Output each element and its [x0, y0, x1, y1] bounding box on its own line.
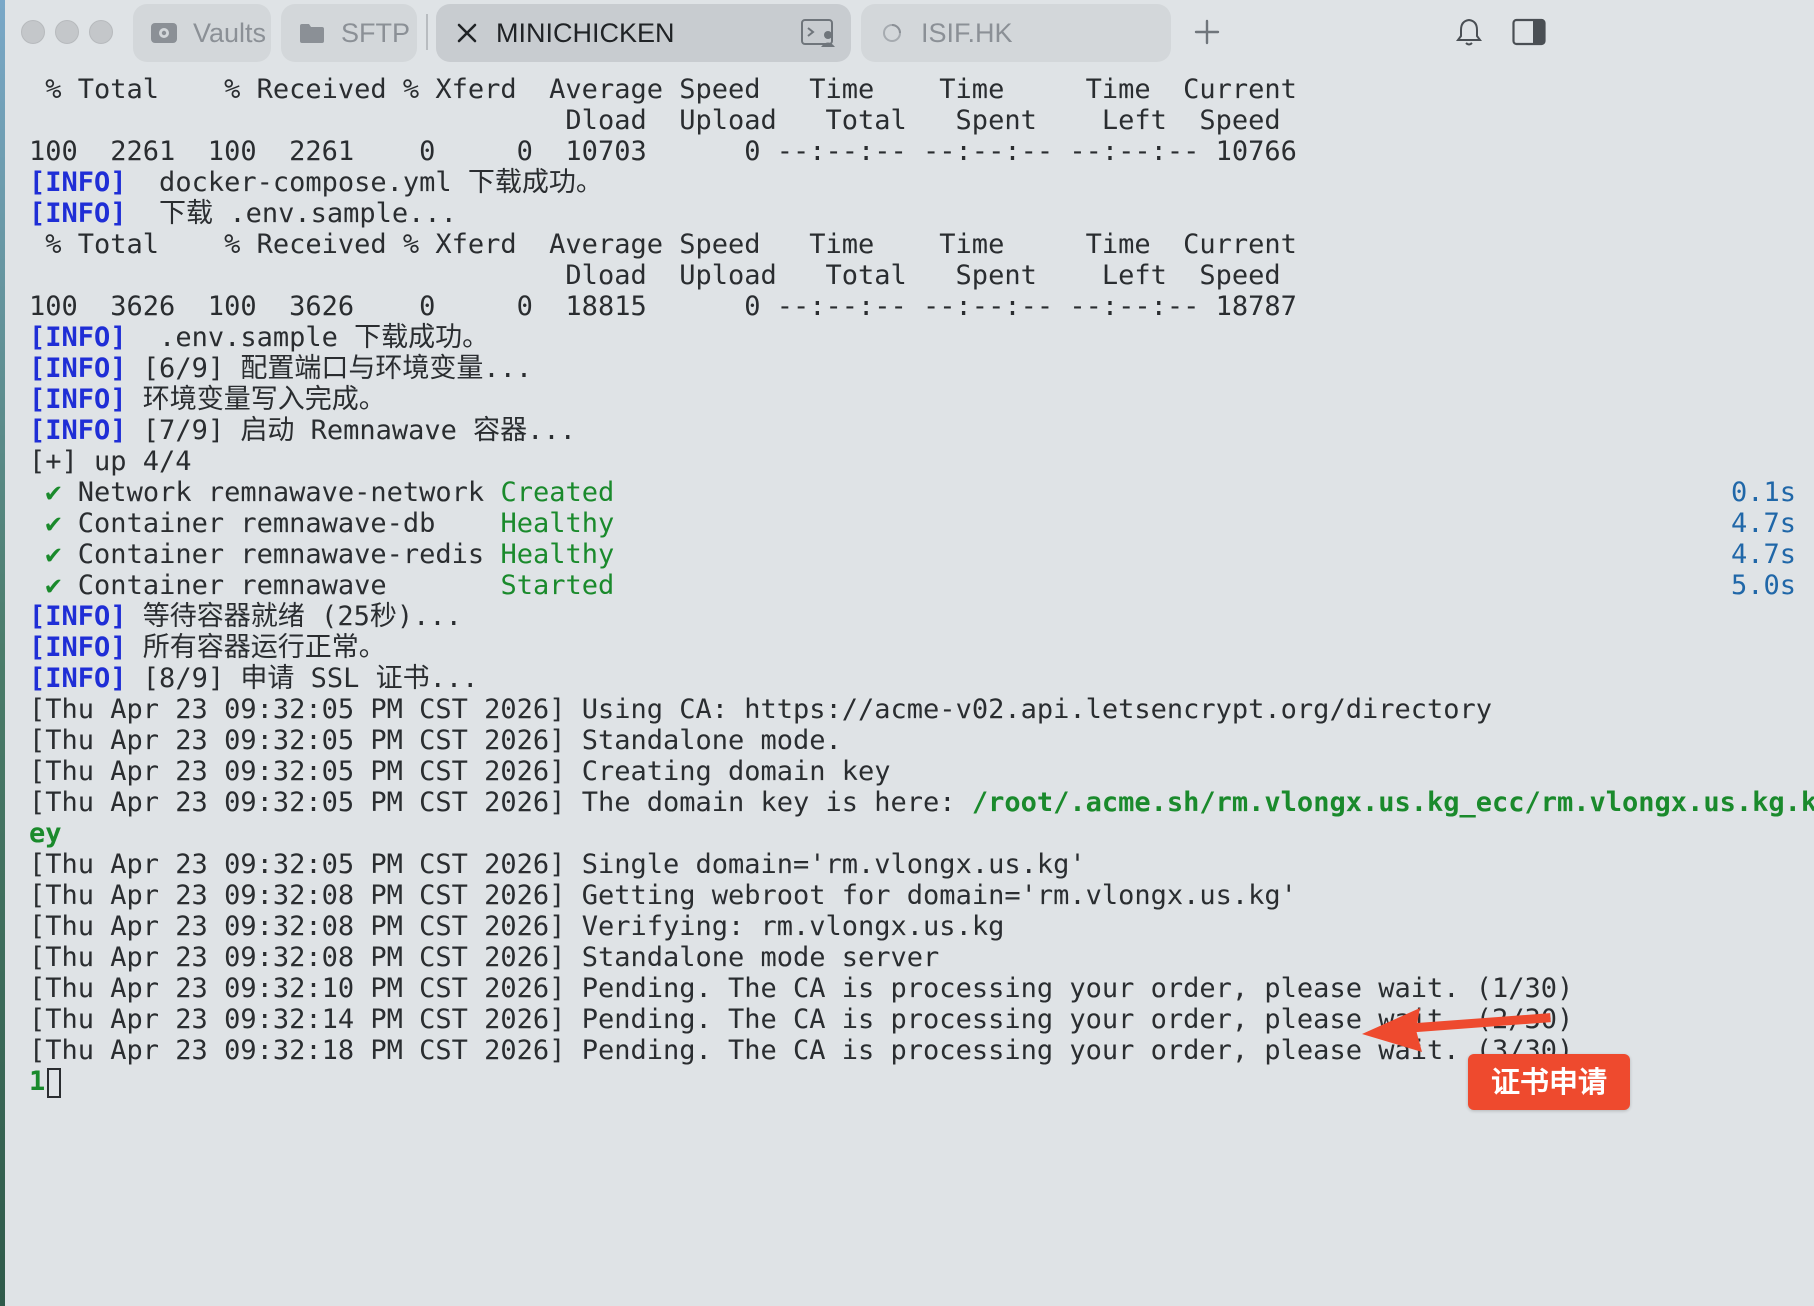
container-name: Container remnawave [77, 570, 485, 601]
log-timestamp: [Thu Apr 23 09:32:08 PM CST 2026] [29, 911, 566, 942]
info-tag: [INFO] [29, 601, 127, 632]
container-status: Healthy [500, 539, 615, 570]
container-name: Container remnawave-db [77, 508, 485, 539]
annotation-badge: 证书申请 [1468, 1054, 1630, 1110]
spinner-icon [877, 18, 907, 48]
log-message: Standalone mode. [565, 725, 842, 756]
tab-sftp[interactable]: SFTP [281, 4, 417, 62]
new-tab-button[interactable] [1189, 14, 1225, 50]
window-close-button[interactable] [21, 20, 45, 44]
text-cursor [47, 1067, 62, 1098]
container-status: Started [500, 570, 615, 601]
log-message: Standalone mode server [565, 942, 940, 973]
info-tag: [INFO] [29, 415, 127, 446]
info-tag: [INFO] [29, 384, 127, 415]
log-message: Using CA: https://acme-v02.api.letsencry… [565, 694, 1492, 725]
container-name: Container remnawave-redis [77, 539, 485, 570]
info-tag: [INFO] [29, 353, 127, 384]
domain-key-path[interactable]: /root/.acme.sh/rm.vlongx.us.kg_ecc/rm.vl… [972, 787, 1814, 818]
info-text: docker-compose.yml 下载成功。 [126, 167, 603, 198]
checkmark-icon: ✔ [45, 570, 62, 601]
info-text: [7/9] 启动 Remnawave 容器... [126, 415, 576, 446]
info-text: 下载 .env.sample... [126, 198, 457, 229]
log-timestamp: [Thu Apr 23 09:32:10 PM CST 2026] [29, 973, 566, 1004]
info-tag: [INFO] [29, 632, 127, 663]
window-minimize-button[interactable] [55, 20, 79, 44]
info-text: 等待容器就绪 (25秒)... [126, 601, 462, 632]
sidebar-icon [1512, 18, 1546, 46]
tab-isif-hk[interactable]: ISIF.HK [861, 4, 1171, 62]
log-message: Creating domain key [565, 756, 891, 787]
acme-log-line: [Thu Apr 23 09:32:18 PM CST 2026] Pendin… [29, 1033, 1573, 1069]
tab-label: ISIF.HK [921, 17, 1013, 48]
info-tag: [INFO] [29, 198, 127, 229]
log-message: The domain key is here: [565, 787, 972, 818]
log-timestamp: [Thu Apr 23 09:32:05 PM CST 2026] [29, 756, 566, 787]
tab-divider [426, 14, 428, 50]
info-tag: [INFO] [29, 167, 127, 198]
vault-icon [149, 18, 179, 48]
tab-label: Vaults [193, 17, 267, 48]
log-message: Verifying: rm.vlongx.us.kg [565, 911, 1005, 942]
checkmark-icon: ✔ [45, 508, 62, 539]
tab-minichicken[interactable]: MINICHICKEN [436, 4, 851, 62]
terminal-user-icon[interactable] [801, 18, 837, 48]
container-name: Network remnawave-network [77, 477, 485, 508]
folder-icon [297, 18, 327, 48]
plus-icon [1194, 19, 1220, 45]
info-tag: [INFO] [29, 322, 127, 353]
prompt-input[interactable]: 1 [29, 1066, 45, 1097]
acme-log-line: [Thu Apr 23 09:32:05 PM CST 2026] The do… [29, 785, 1814, 821]
sidebar-toggle-button[interactable] [1511, 14, 1547, 50]
window-zoom-button[interactable] [89, 20, 113, 44]
close-icon[interactable] [452, 18, 482, 48]
log-timestamp: [Thu Apr 23 09:32:05 PM CST 2026] [29, 787, 566, 818]
log-message: Single domain='rm.vlongx.us.kg' [565, 849, 1086, 880]
tab-vaults[interactable]: Vaults [133, 4, 271, 62]
notifications-button[interactable] [1451, 14, 1487, 50]
info-tag: [INFO] [29, 663, 127, 694]
info-text: 所有容器运行正常。 [126, 632, 386, 663]
log-timestamp: [Thu Apr 23 09:32:05 PM CST 2026] [29, 725, 566, 756]
log-timestamp: [Thu Apr 23 09:32:08 PM CST 2026] [29, 880, 566, 911]
log-timestamp: [Thu Apr 23 09:32:14 PM CST 2026] [29, 1004, 566, 1035]
log-timestamp: [Thu Apr 23 09:32:18 PM CST 2026] [29, 1035, 566, 1066]
log-timestamp: [Thu Apr 23 09:32:05 PM CST 2026] [29, 849, 566, 880]
checkmark-icon: ✔ [45, 539, 62, 570]
log-timestamp: [Thu Apr 23 09:32:08 PM CST 2026] [29, 942, 566, 973]
container-status: Healthy [500, 508, 615, 539]
checkmark-icon: ✔ [45, 477, 62, 508]
tab-label: MINICHICKEN [496, 17, 675, 48]
terminal-prompt-line[interactable]: 1 [29, 1064, 62, 1100]
terminal-app-window: Vaults SFTP MINICHICKEN ISIF.HK % Total … [0, 0, 1814, 1306]
info-text: [8/9] 申请 SSL 证书... [126, 663, 479, 694]
bell-icon [1456, 18, 1482, 46]
info-text: 环境变量写入完成。 [126, 384, 386, 415]
container-status: Created [500, 477, 615, 508]
tab-label: SFTP [341, 17, 411, 48]
domain-key-path-wrap[interactable]: ey [29, 818, 62, 849]
log-timestamp: [Thu Apr 23 09:32:05 PM CST 2026] [29, 694, 566, 725]
log-message: Getting webroot for domain='rm.vlongx.us… [565, 880, 1297, 911]
info-text: .env.sample 下载成功。 [126, 322, 490, 353]
terminal-output[interactable]: % Total % Received % Xferd Average Speed… [5, 68, 1814, 1306]
container-duration: 5.0s [1730, 570, 1796, 601]
info-text: [6/9] 配置端口与环境变量... [126, 353, 533, 384]
title-bar: Vaults SFTP MINICHICKEN ISIF.HK [5, 0, 1814, 68]
